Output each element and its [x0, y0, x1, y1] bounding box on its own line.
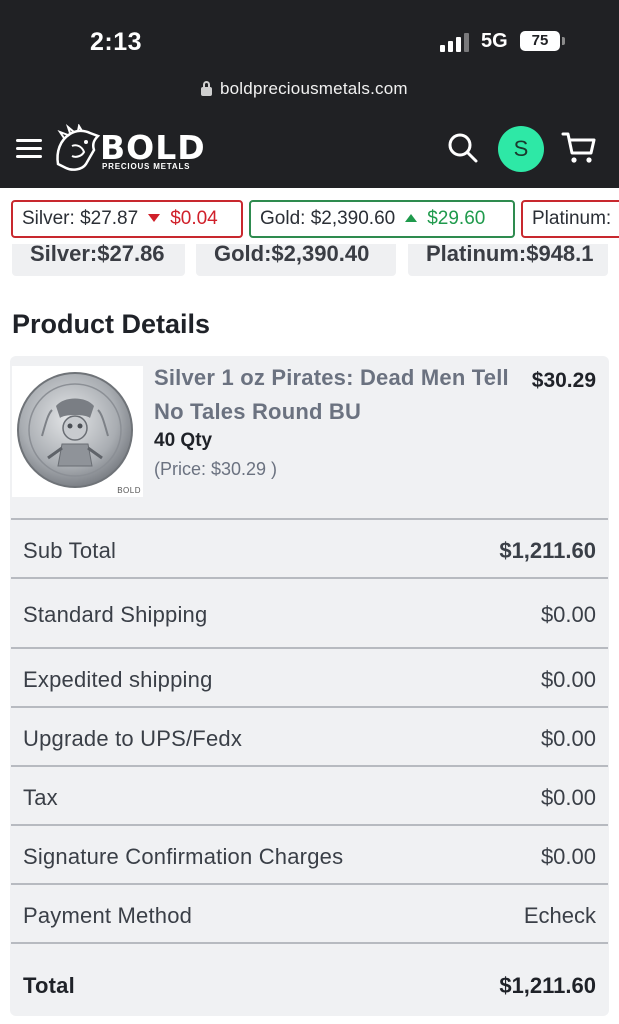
- total-label: Total: [23, 973, 75, 998]
- image-brand-mark: BOLD: [117, 486, 141, 495]
- site-logo[interactable]: BOLD PRECIOUS METALS: [52, 124, 205, 174]
- product-details-title: Product Details: [12, 309, 211, 339]
- summary-row-upgrade-shipping: Upgrade to UPS/Fedx $0.00: [11, 706, 608, 766]
- coin-image: [17, 372, 133, 488]
- site-header: BOLD PRECIOUS METALS S: [0, 108, 619, 188]
- summary-value: $0.00: [540, 667, 596, 692]
- summary-value: $0.00: [540, 602, 596, 627]
- summary-row-tax: Tax $0.00: [11, 765, 608, 825]
- address-bar[interactable]: boldpreciousmetals.com: [0, 72, 619, 108]
- status-time: 2:13: [90, 28, 143, 56]
- spot-silver: Silver:$27.86: [12, 244, 185, 276]
- summary-label: Upgrade to UPS/Fedx: [23, 726, 243, 751]
- spot-gold: Gold:$2,390.40: [196, 244, 396, 276]
- summary-value: $0.00: [540, 844, 596, 869]
- summary-row-standard-shipping: Standard Shipping $0.00: [11, 577, 608, 648]
- search-icon[interactable]: [447, 132, 479, 164]
- ticker-gold: Gold: $2,390.60 $29.60: [249, 200, 515, 238]
- status-bar: 2:13 5G 75: [0, 0, 619, 72]
- summary-value: $0.00: [540, 726, 596, 751]
- spot-price-strip: Silver:$27.86 Gold:$2,390.40 Platinum:$9…: [0, 244, 619, 276]
- summary-value: $0.00: [540, 785, 596, 810]
- summary-label: Tax: [23, 785, 58, 810]
- lock-icon: [201, 81, 212, 96]
- summary-label: Signature Confirmation Charges: [23, 844, 344, 869]
- menu-icon[interactable]: [16, 139, 42, 159]
- network-type: 5G: [481, 30, 508, 52]
- summary-value: Echeck: [523, 903, 596, 928]
- summary-value: $1,211.60: [499, 538, 596, 563]
- ticker-silver: Silver: $27.87 $0.04: [11, 200, 243, 238]
- ticker-platinum: Platinum:: [521, 200, 619, 238]
- summary-label: Sub Total: [23, 538, 117, 563]
- product-line-price: $30.29: [531, 369, 596, 392]
- product-quantity: 40 Qty: [154, 430, 213, 451]
- price-ticker: Silver: $27.87 $0.04 Gold: $2,390.60 $29.6…: [0, 188, 619, 244]
- summary-row-expedited-shipping: Expedited shipping $0.00: [11, 647, 608, 707]
- product-image[interactable]: BOLD: [12, 366, 143, 497]
- product-name[interactable]: Silver 1 oz Pirates: Dead Men Tell No Ta…: [154, 361, 509, 429]
- logo-subtitle: PRECIOUS METALS: [102, 162, 191, 171]
- summary-row-signature: Signature Confirmation Charges $0.00: [11, 824, 608, 884]
- user-avatar[interactable]: S: [498, 126, 544, 172]
- summary-row-total: Total $1,211.60: [11, 942, 608, 1014]
- battery-icon: 75: [520, 31, 560, 51]
- summary-label: Payment Method: [23, 903, 193, 928]
- summary-label: Standard Shipping: [23, 602, 208, 627]
- spot-platinum: Platinum:$948.1: [408, 244, 608, 276]
- signal-icon: [440, 30, 470, 52]
- ticker-gold-change: $29.60: [427, 208, 486, 229]
- total-value: $1,211.60: [499, 973, 596, 998]
- ticker-gold-price: Gold: $2,390.60: [260, 208, 396, 229]
- ticker-silver-change: $0.04: [170, 208, 218, 229]
- summary-label: Expedited shipping: [23, 667, 213, 692]
- up-arrow-icon: [405, 213, 418, 222]
- ticker-platinum-price: Platinum:: [532, 208, 612, 229]
- cart-icon[interactable]: [561, 129, 597, 165]
- url-text[interactable]: boldpreciousmetals.com: [220, 79, 408, 99]
- product-unit-price: (Price: $30.29 ): [154, 459, 278, 479]
- lion-logo-icon: [56, 124, 101, 171]
- ticker-silver-price: Silver: $27.87: [22, 208, 139, 229]
- summary-row-subtotal: Sub Total $1,211.60: [11, 518, 608, 578]
- battery-tip: [562, 37, 565, 45]
- down-arrow-icon: [148, 213, 161, 222]
- summary-row-payment-method: Payment Method Echeck: [11, 883, 608, 943]
